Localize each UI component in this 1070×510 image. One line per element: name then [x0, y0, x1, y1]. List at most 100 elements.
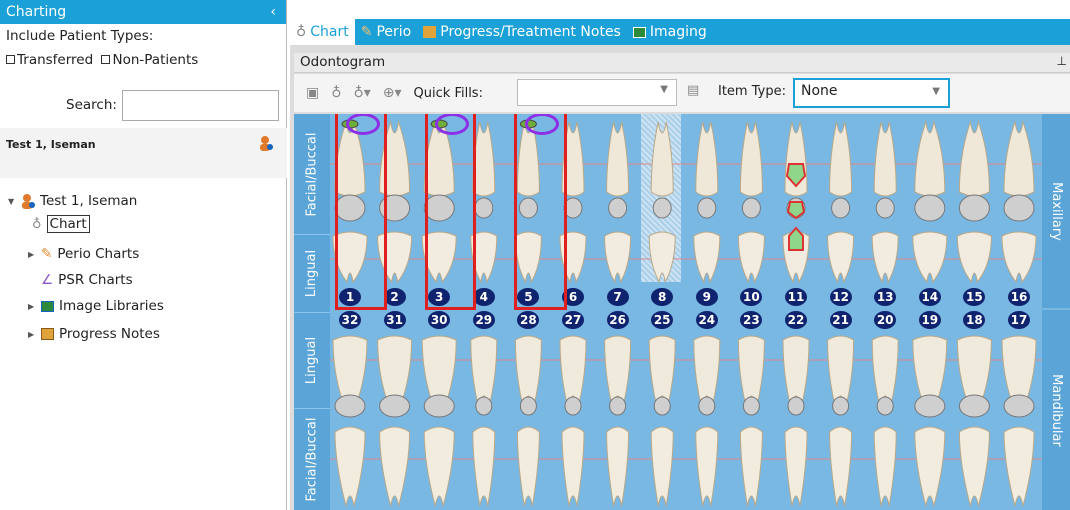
- tooth-number[interactable]: 21: [829, 311, 852, 329]
- tooth-icon: ♁: [296, 24, 307, 40]
- tooth-number[interactable]: 23: [740, 311, 763, 329]
- upper-facial-tooth: [958, 120, 990, 197]
- lower-facial-tooth: [650, 426, 674, 507]
- save-icon[interactable]: ▣: [306, 85, 319, 101]
- upper-occlusal-tooth: [608, 197, 628, 219]
- tooth-number[interactable]: 10: [740, 288, 763, 306]
- non-patients-checkbox[interactable]: [101, 55, 111, 64]
- lower-occlusal-tooth: [1003, 394, 1035, 418]
- tab-imaging[interactable]: Imaging: [627, 24, 713, 40]
- tooth-number[interactable]: 19: [918, 311, 941, 329]
- tree-item-chart[interactable]: ♁ Chart: [32, 215, 90, 233]
- upper-facial-tooth: [650, 121, 674, 197]
- upper-facial-tooth: [829, 121, 853, 197]
- tree-item-progress[interactable]: ▶ Progress Notes: [28, 326, 160, 342]
- lower-occlusal-tooth: [876, 396, 894, 416]
- highlight-box-tooth-3: [425, 114, 476, 310]
- expand-right-icon[interactable]: ▶: [28, 250, 36, 259]
- lower-facial-tooth: [606, 426, 630, 507]
- upper-occlusal-tooth: [875, 197, 895, 219]
- upper-lingual-tooth: [648, 231, 676, 284]
- lower-occlusal-tooth: [914, 394, 946, 418]
- upper-occlusal-tooth: [914, 194, 946, 222]
- lower-facial-tooth: [334, 426, 366, 507]
- tab-chart[interactable]: ♁ Chart: [290, 19, 355, 45]
- expand-down-icon[interactable]: ▼: [8, 197, 16, 206]
- progress-notes-icon: [423, 26, 437, 38]
- tooth-number[interactable]: 24: [695, 311, 718, 329]
- upper-facial-tooth: [606, 121, 630, 197]
- lower-occlusal-tooth: [519, 396, 537, 416]
- imaging-icon: [632, 26, 646, 38]
- tooth-number[interactable]: 7: [606, 288, 629, 306]
- tooth-icon[interactable]: ♁: [331, 85, 341, 101]
- tooth-number[interactable]: 16: [1008, 288, 1030, 306]
- lower-facial-tooth: [739, 426, 763, 507]
- tooth-number[interactable]: 14: [918, 288, 941, 306]
- lower-occlusal-tooth: [787, 396, 805, 416]
- item-type-value: None: [801, 83, 838, 99]
- upper-lingual-tooth: [871, 231, 899, 284]
- panel-title-text: Odontogram: [300, 54, 386, 70]
- lower-occlusal-tooth: [334, 394, 366, 418]
- tree-item-psr[interactable]: ∠ PSR Charts: [41, 272, 133, 288]
- tab-perio[interactable]: ✎ Perio: [355, 24, 418, 40]
- tooth-number[interactable]: 15: [963, 288, 986, 306]
- tree-item-images[interactable]: ▶ Image Libraries: [28, 298, 164, 314]
- chevron-down-icon: ▼: [660, 84, 668, 95]
- quick-fills-label: Quick Fills:: [413, 85, 483, 101]
- clear-icon[interactable]: ▤: [687, 83, 699, 98]
- quick-fills-select[interactable]: ▼: [517, 79, 677, 106]
- tooth-number[interactable]: 30: [428, 311, 451, 329]
- charting-header: Charting ‹: [0, 0, 286, 24]
- item-type-select[interactable]: None ▼: [793, 78, 950, 108]
- patient-icon: [22, 194, 35, 209]
- tooth-number[interactable]: 9: [695, 288, 718, 306]
- tree-item-perio[interactable]: ▶ ✎ Perio Charts: [28, 246, 139, 262]
- tooth-number[interactable]: 17: [1008, 311, 1030, 329]
- tooth-number[interactable]: 11: [785, 288, 807, 306]
- upper-facial-tooth: [472, 121, 496, 197]
- upper-lingual-tooth: [827, 231, 855, 284]
- lower-facial-tooth: [472, 426, 496, 507]
- tooth-number[interactable]: 28: [517, 311, 540, 329]
- tooth-number[interactable]: 4: [472, 288, 495, 306]
- tooth-number[interactable]: 27: [562, 311, 584, 329]
- tooth-number[interactable]: 26: [606, 311, 629, 329]
- add-tooth-icon[interactable]: ⊕▾: [383, 85, 402, 101]
- perio-icon: ✎: [41, 246, 53, 262]
- odontogram-panel: Odontogram ⊥ ▣ ♁ ♁▾ ⊕▾ Quick Fills: ▼ ▤ …: [290, 45, 1070, 510]
- lower-occlusal-tooth: [832, 396, 850, 416]
- upper-occlusal-tooth: [958, 194, 990, 222]
- pin-icon[interactable]: ⊥: [1057, 54, 1067, 68]
- lower-occlusal-tooth: [475, 396, 493, 416]
- tooth-number[interactable]: 13: [874, 288, 897, 306]
- upper-facial-tooth: [1003, 120, 1035, 197]
- tooth-number[interactable]: 25: [651, 311, 674, 329]
- tooth-number[interactable]: 12: [829, 288, 852, 306]
- teeth-layer: [330, 119, 1042, 507]
- expand-right-icon[interactable]: ▶: [28, 302, 36, 311]
- tooth-number[interactable]: 18: [963, 311, 986, 329]
- lower-occlusal-tooth: [609, 396, 627, 416]
- lower-occlusal-tooth: [698, 396, 716, 416]
- search-input[interactable]: [122, 90, 279, 121]
- collapse-icon[interactable]: ‹: [270, 4, 276, 20]
- charting-panel: Charting ‹ Include Patient Types: Transf…: [0, 0, 287, 510]
- tooth-number[interactable]: 29: [472, 311, 495, 329]
- tooth-dropdown-icon[interactable]: ♁▾: [354, 85, 371, 101]
- tooth-number[interactable]: 22: [785, 311, 807, 329]
- tooth-number[interactable]: 31: [383, 311, 406, 329]
- tooth-number[interactable]: 32: [339, 311, 361, 329]
- tree-item-patient[interactable]: ▼ Test 1, Iseman: [8, 193, 137, 209]
- upper-occlusal-tooth: [474, 197, 494, 219]
- highlight-oval-tooth-3: [435, 114, 469, 135]
- transferred-checkbox[interactable]: [6, 55, 15, 64]
- lower-occlusal-tooth: [379, 394, 411, 418]
- tab-progress-notes[interactable]: Progress/Treatment Notes: [417, 24, 627, 40]
- lower-facial-tooth: [379, 426, 411, 507]
- tooth-number[interactable]: 20: [874, 311, 897, 329]
- tree-label-progress: Progress Notes: [59, 326, 160, 342]
- image-library-icon: [41, 300, 54, 312]
- expand-right-icon[interactable]: ▶: [28, 330, 36, 339]
